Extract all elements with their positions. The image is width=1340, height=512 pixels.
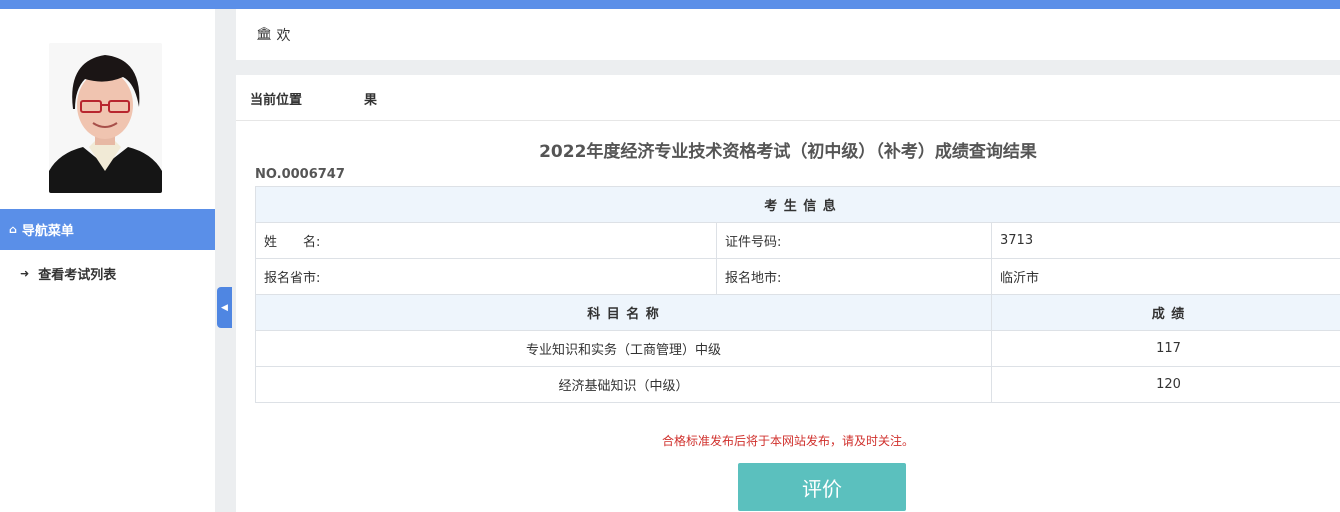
id-value: 3713 xyxy=(991,222,1340,259)
city-value: 临沂市 xyxy=(991,258,1340,295)
table-row: 经济基础知识（中级） 120 xyxy=(255,366,1340,403)
rate-button[interactable]: 评价 xyxy=(738,463,906,511)
breadcrumb-current: 果 xyxy=(364,92,378,108)
notice-text: 合格标准发布后将于本网站发布，请及时关注。 xyxy=(661,434,914,448)
home-icon: ⌂ xyxy=(9,223,17,236)
welcome-text: 欢 xyxy=(276,27,291,44)
avatar xyxy=(49,43,162,193)
certificate-number: NO.0006747 xyxy=(255,167,345,182)
sidebar: ⌂ 导航菜单 ➜ 查看考试列表 xyxy=(0,9,215,512)
name-cell: 姓 名: xyxy=(255,222,717,259)
breadcrumb-prefix: 当前位置 xyxy=(250,92,303,108)
page-title: 2022年度经济专业技术资格考试（初中级）（补考）成绩查询结果 xyxy=(539,142,1037,162)
sidebar-item-label: 查看考试列表 xyxy=(38,267,117,283)
city-label: 报名地市: xyxy=(716,258,992,295)
avatar-photo xyxy=(49,43,162,193)
subject-score: 117 xyxy=(991,330,1340,367)
nav-menu-header[interactable]: ⌂ 导航菜单 xyxy=(0,209,215,250)
province-label: 报名省市: xyxy=(264,271,321,286)
score-header: 成 绩 xyxy=(991,294,1340,331)
subject-header-row: 科 目 名 称 成 绩 xyxy=(255,294,1340,331)
table-row: 报名省市: 报名地市: 临沂市 xyxy=(255,258,1340,295)
score-table: 考 生 信 息 姓 名: 证件号码: 3713 报名省市: 报名地市: 临沂市 … xyxy=(255,186,1340,403)
top-bar xyxy=(0,0,1340,9)
bank-icon: 🏛 xyxy=(256,27,273,42)
sign-in-icon: ➜ xyxy=(20,266,30,280)
table-row: 姓 名: 证件号码: 3713 xyxy=(255,222,1340,259)
subject-name-header: 科 目 名 称 xyxy=(255,294,992,331)
name-label: 姓 名: xyxy=(264,235,321,250)
main-content: 当前位置 果 2022年度经济专业技术资格考试（初中级）（补考）成绩查询结果 N… xyxy=(236,75,1340,512)
chevron-left-icon: ◀ xyxy=(221,302,228,313)
province-cell: 报名省市: xyxy=(255,258,717,295)
candidate-info-header: 考 生 信 息 xyxy=(255,186,1340,223)
nav-menu-header-label: 导航菜单 xyxy=(21,224,74,239)
candidate-info-header-row: 考 生 信 息 xyxy=(255,186,1340,223)
subject-name: 专业知识和实务（工商管理）中级 xyxy=(255,330,992,367)
subject-name: 经济基础知识（中级） xyxy=(255,366,992,403)
breadcrumb: 当前位置 果 xyxy=(250,87,377,109)
table-row: 专业知识和实务（工商管理）中级 117 xyxy=(255,330,1340,367)
sidebar-collapse-button[interactable]: ◀ xyxy=(217,287,232,328)
subject-score: 120 xyxy=(991,366,1340,403)
id-label: 证件号码: xyxy=(716,222,992,259)
sidebar-item-exam-list[interactable]: ➜ 查看考试列表 xyxy=(20,263,116,283)
welcome-bar: 🏛 欢 xyxy=(236,9,1340,60)
divider xyxy=(236,120,1340,121)
